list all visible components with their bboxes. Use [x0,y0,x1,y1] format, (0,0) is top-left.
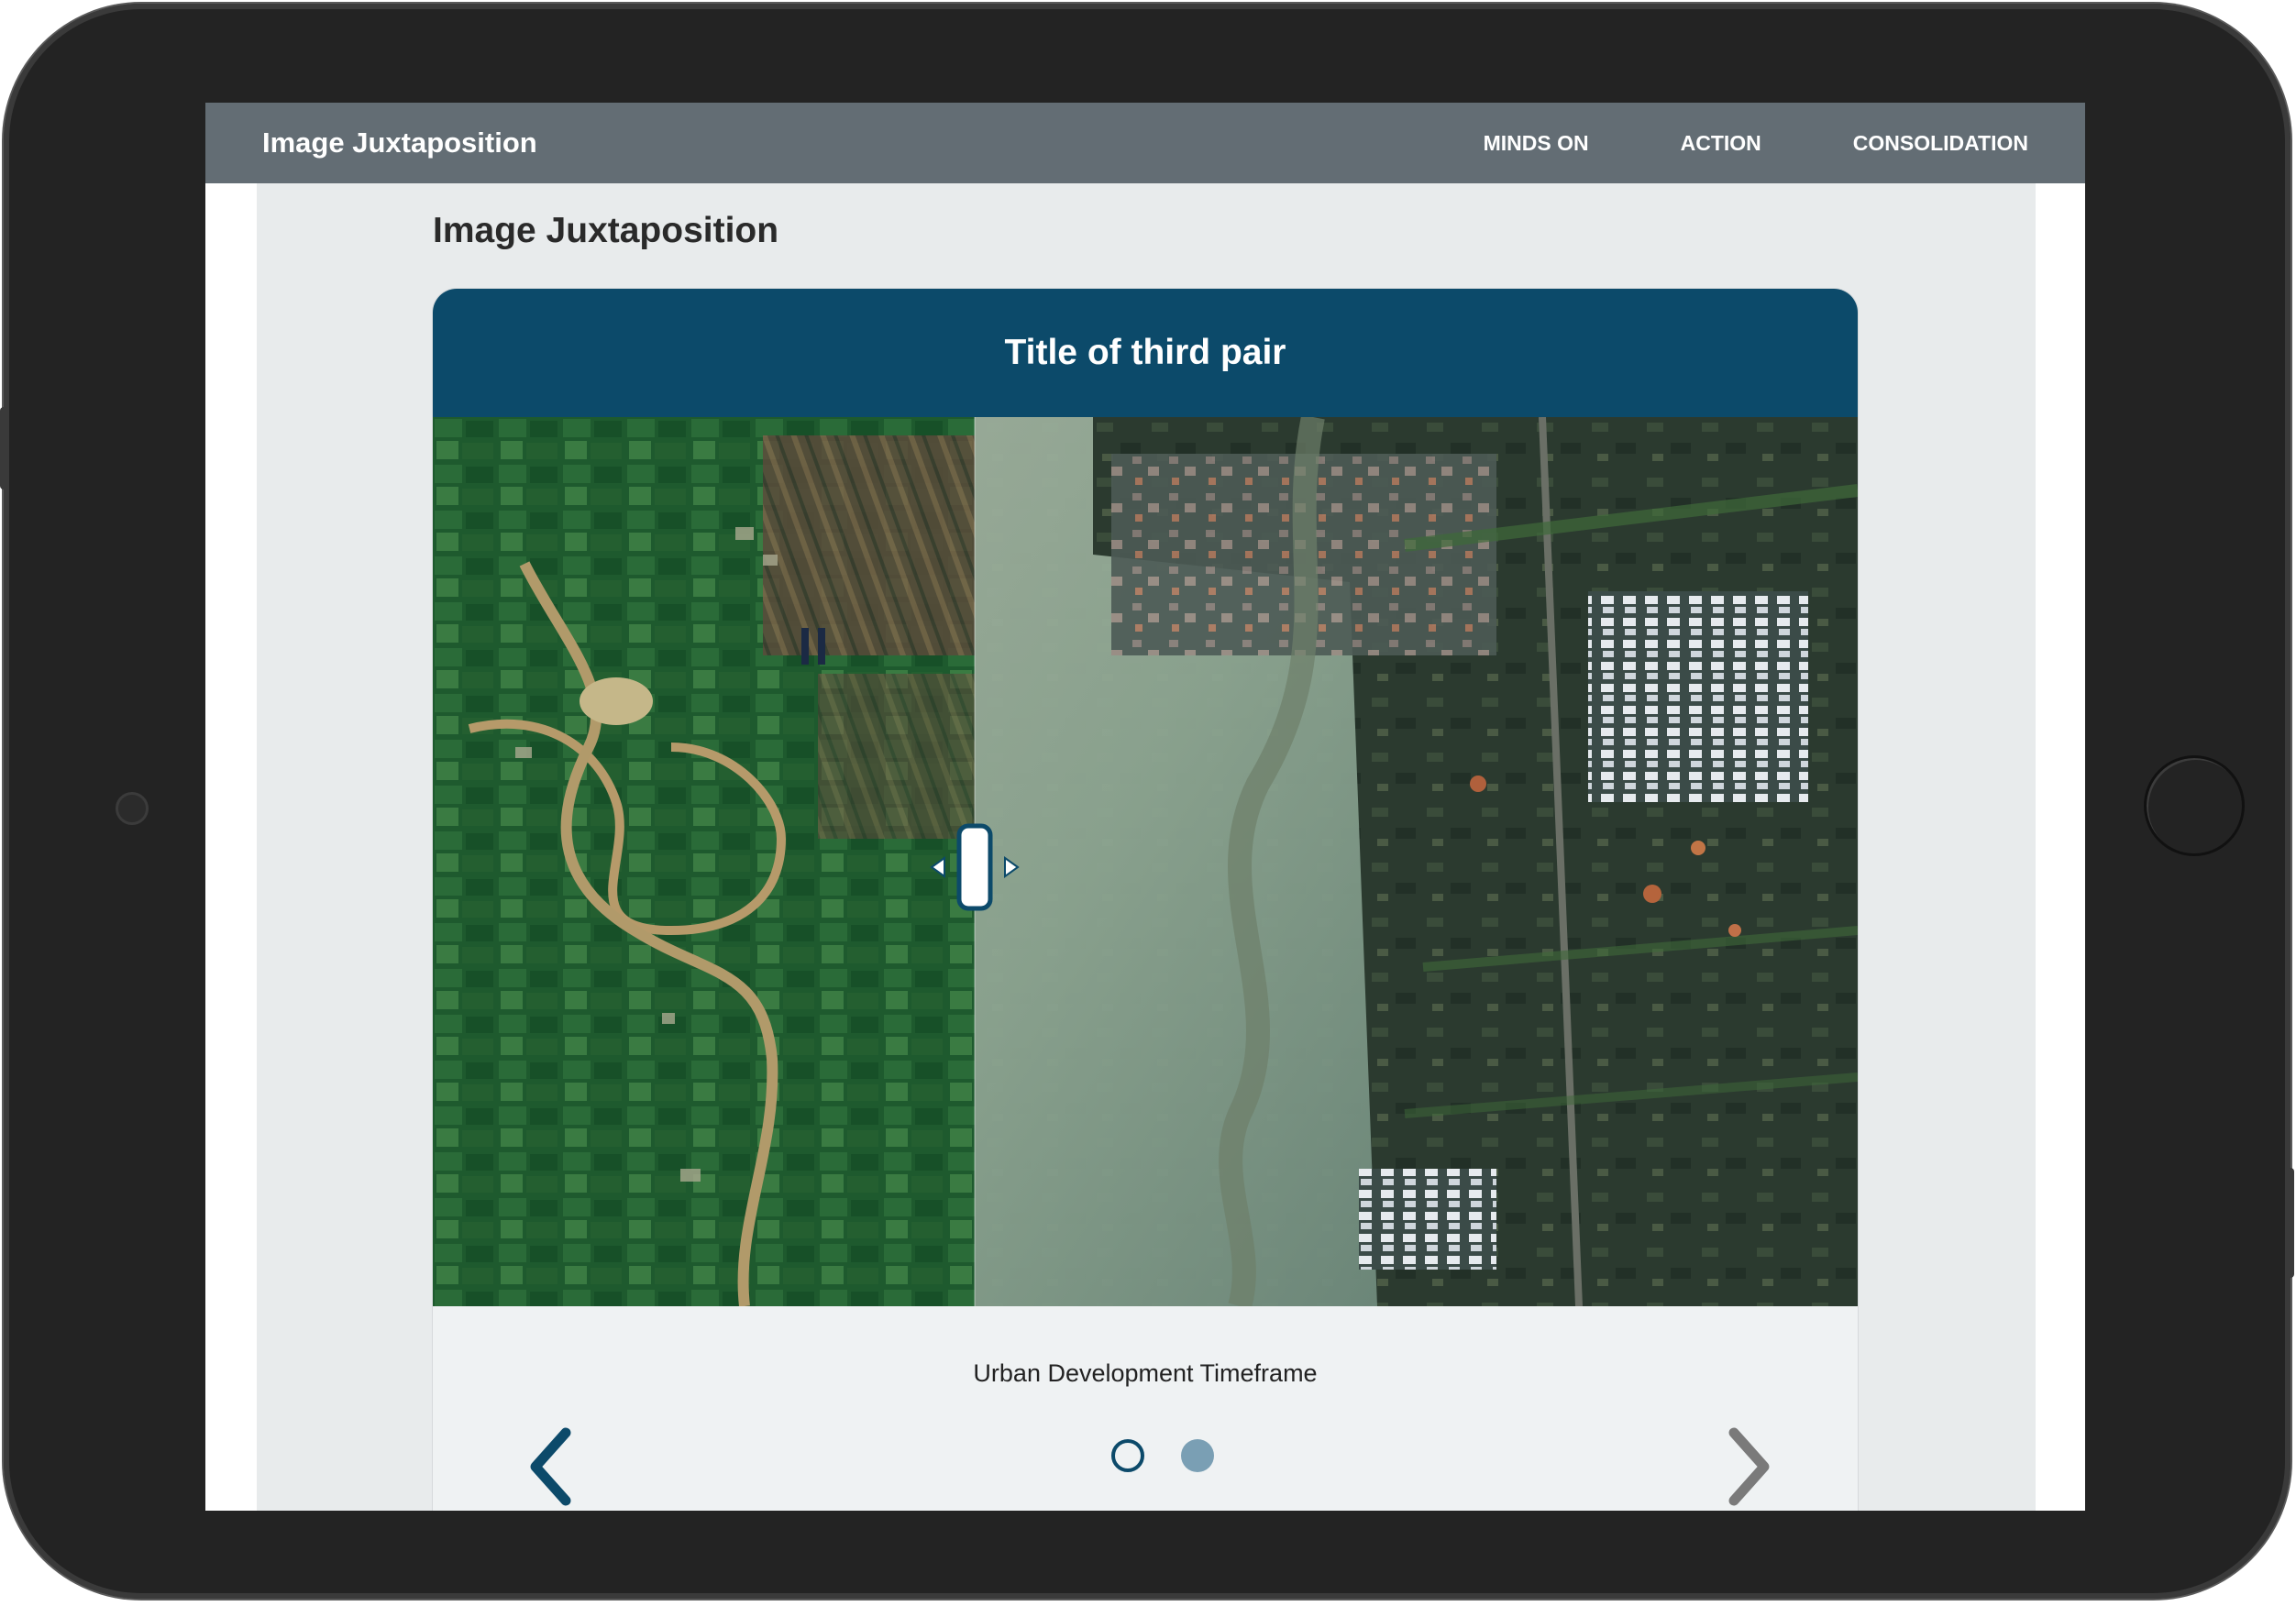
image-caption: Urban Development Timeframe [973,1359,1318,1387]
chevron-right-icon[interactable] [1720,1425,1775,1508]
card-header: Title of third pair [433,289,1858,417]
page-title: Image Juxtaposition [433,211,779,250]
main-content: Image Juxtaposition Title of third pair [257,183,2036,1511]
slide-indicator [1111,1439,1214,1472]
image-comparison[interactable] [433,417,1858,1306]
before-image-wrapper [433,417,975,1306]
home-button[interactable] [2144,755,2245,856]
volume-button [0,407,7,490]
chevron-left-icon[interactable] [524,1425,580,1508]
power-button [2287,1168,2294,1278]
main-nav: MINDS ON ACTION CONSOLIDATION [1484,103,2028,183]
top-navigation-bar: Image Juxtaposition MINDS ON ACTION CONS… [205,103,2085,183]
slide-dot-2-active[interactable] [1181,1439,1214,1472]
image-juxtaposition-card: Title of third pair Urban Development Ti… [433,289,1858,1511]
before-image [433,417,975,1306]
screen: Image Juxtaposition MINDS ON ACTION CONS… [205,103,2085,1511]
app-title[interactable]: Image Juxtaposition [262,103,537,183]
slide-dot-1[interactable] [1111,1439,1144,1472]
pair-title: Title of third pair [1004,333,1286,372]
camera-icon [116,792,149,825]
nav-consolidation[interactable]: CONSOLIDATION [1853,131,2028,156]
drag-handle-icon[interactable] [924,817,1025,918]
nav-minds-on[interactable]: MINDS ON [1484,131,1589,156]
nav-action[interactable]: ACTION [1681,131,1761,156]
